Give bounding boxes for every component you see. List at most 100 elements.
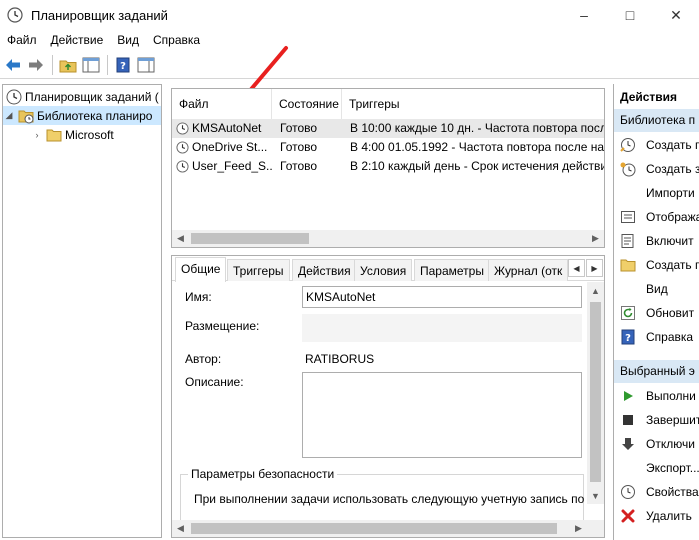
tree-item-label: Библиотека планиро [37,108,153,123]
menu-help[interactable]: Справка [146,30,207,50]
action-label: Свойства [646,485,699,499]
task-trigger: В 2:10 каждый день - Срок истечения дейс… [350,159,605,173]
scrollbar-thumb[interactable] [590,302,601,482]
author-value: RATIBORUS [305,352,375,366]
tab-conditions[interactable]: Условия [354,259,413,281]
description-field[interactable] [302,372,582,458]
action-export[interactable]: Экспорт... [614,456,699,480]
tab-triggers[interactable]: Триггеры [227,259,290,281]
action-label: Создать за [646,162,699,176]
action-view[interactable]: Вид [614,277,699,301]
action-label: Отобража [646,210,699,224]
toolbar: ? [0,51,699,79]
action-end[interactable]: Завершит [614,408,699,432]
task-status: Готово [280,121,318,135]
toolbar-separator [107,54,108,75]
maximize-button[interactable]: □ [607,0,653,30]
task-status: Готово [280,140,318,154]
table-row[interactable]: OneDrive St... Готово В 4:00 01.05.1992 … [172,138,604,157]
action-pane-icon [137,57,155,72]
delete-x-icon [620,508,636,524]
menu-action[interactable]: Действие [44,30,111,50]
minimize-button[interactable]: – [561,0,607,30]
details-tabs: Общие Триггеры Действия Условия Параметр… [172,256,604,282]
menu-bar: Файл Действие Вид Справка [0,30,699,50]
show-hide-action-pane-button[interactable] [135,54,157,76]
tree-item-task-scheduler[interactable]: Планировщик заданий ( [3,87,159,106]
tab-settings[interactable]: Параметры [414,259,490,281]
action-label: Вид [646,282,668,296]
svg-text:?: ? [120,61,126,72]
action-run[interactable]: Выполни [614,384,699,408]
description-label: Описание: [185,375,244,389]
menu-file[interactable]: Файл [0,30,44,50]
action-properties[interactable]: Свойства [614,480,699,504]
forward-button[interactable] [25,54,47,76]
action-disable[interactable]: Отключи [614,432,699,456]
action-enable-history[interactable]: Включит [614,229,699,253]
action-import[interactable]: Импорти [614,181,699,205]
scrollbar-thumb[interactable] [191,233,309,244]
table-row[interactable]: KMSAutoNet Готово В 10:00 каждые 10 дн. … [172,119,604,138]
action-create-basic-task[interactable]: Создать пр [614,133,699,157]
horizontal-scrollbar[interactable]: ◀ ▶ [172,520,604,537]
table-row[interactable]: User_Feed_S... Готово В 2:10 каждый день… [172,157,604,176]
actions-pane: Действия Библиотека п Создать пр Создать… [613,84,699,540]
name-field[interactable]: KMSAutoNet [302,286,582,308]
scroll-up-icon[interactable]: ▲ [587,282,604,299]
column-header-triggers[interactable]: Триггеры [342,89,604,119]
column-header-status[interactable]: Состояние [272,89,342,119]
tree-item-microsoft[interactable]: › Microsoft [31,125,114,144]
back-button[interactable] [2,54,24,76]
forward-arrow-icon [29,58,43,71]
actions-section-selected[interactable]: Выбранный э [614,360,699,383]
column-header-file[interactable]: Файл [172,89,272,119]
action-label: Отключи [646,437,695,451]
action-display-running[interactable]: Отобража [614,205,699,229]
action-help[interactable]: ? Справка [614,325,699,349]
scroll-left-icon[interactable]: ◀ [172,230,189,247]
tab-scroll-right-icon[interactable]: ▶ [586,259,603,277]
help-button[interactable]: ? [112,54,134,76]
vertical-scrollbar[interactable]: ▲ ▼ [587,282,604,504]
action-label: Включит [646,234,694,248]
chevron-right-icon[interactable]: › [31,130,43,140]
task-clock-icon [176,160,189,173]
action-refresh[interactable]: Обновит [614,301,699,325]
tab-scroll-left-icon[interactable]: ◀ [568,259,585,277]
close-button[interactable]: ✕ [653,0,699,30]
chevron-down-icon[interactable]: ◢ [3,110,15,121]
action-new-folder[interactable]: Создать п [614,253,699,277]
security-group-title: Параметры безопасности [188,467,338,481]
help-book-icon: ? [116,57,130,72]
tab-general[interactable]: Общие [175,257,227,282]
scroll-down-icon[interactable]: ▼ [587,487,604,504]
scrollbar-thumb[interactable] [191,523,557,534]
folder-clock-icon [18,110,34,123]
tab-actions[interactable]: Действия [292,259,357,281]
task-status: Готово [280,159,318,173]
action-delete[interactable]: Удалить [614,504,699,528]
show-hide-console-tree-button[interactable] [80,54,102,76]
running-tasks-icon [620,209,636,225]
create-basic-task-icon [620,137,636,153]
task-name: User_Feed_S... [192,159,272,173]
scroll-right-icon[interactable]: ▶ [587,230,604,247]
clock-icon [7,7,23,23]
menu-view[interactable]: Вид [110,30,146,50]
task-name-cell: KMSAutoNet [176,119,272,138]
tree-item-label: Планировщик заданий ( [25,89,159,104]
scroll-right-icon[interactable]: ▶ [570,520,587,537]
up-folder-button[interactable] [57,54,79,76]
author-label: Автор: [185,352,222,366]
tree-item-library[interactable]: ◢ Библиотека планиро [3,106,161,125]
horizontal-scrollbar[interactable]: ◀ ▶ [172,230,604,247]
stop-icon [620,412,636,428]
action-label: Справка [646,330,694,344]
action-create-task[interactable]: Создать за [614,157,699,181]
scroll-left-icon[interactable]: ◀ [172,520,189,537]
actions-section-library[interactable]: Библиотека п [614,109,699,132]
tab-history[interactable]: Журнал (отк [488,259,569,281]
window-title: Планировщик заданий [31,7,168,23]
back-arrow-icon [6,58,20,71]
